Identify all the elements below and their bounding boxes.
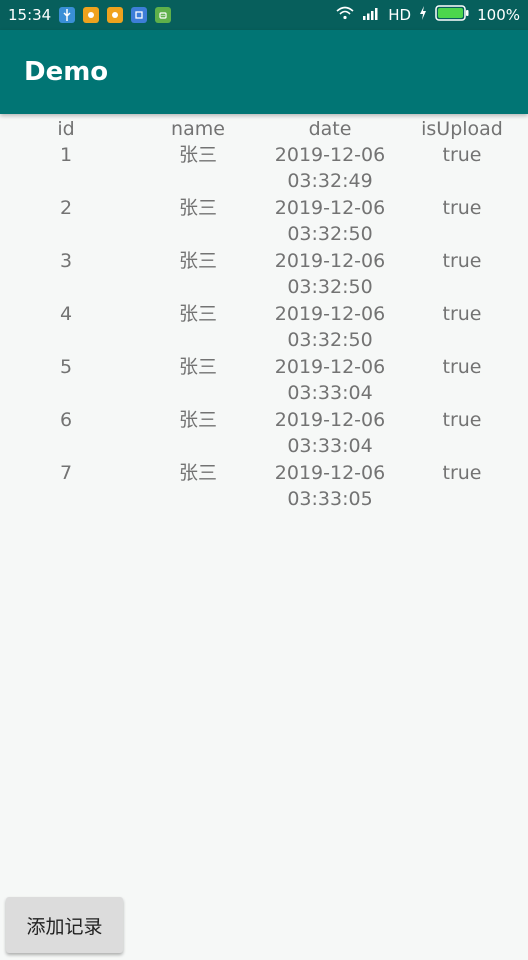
app-bar: Demo: [0, 30, 528, 114]
android-icon: [155, 7, 172, 23]
cell-is-upload: true: [442, 197, 482, 219]
cell-name: 张三: [178, 462, 217, 484]
cell-date-day: 2019-12-06: [274, 303, 386, 325]
cell-id: 2: [59, 197, 73, 219]
app-icon-1: [83, 7, 100, 23]
cell-name: 张三: [178, 356, 217, 378]
cell-date-day: 2019-12-06: [274, 356, 386, 378]
cell-date-time: 03:32:50: [287, 329, 373, 351]
cell-name: 张三: [178, 197, 217, 219]
records-table: id name date isUpload 1 张三 2019-12-06 03…: [0, 116, 528, 513]
cell-date: 2019-12-06 03:32:50: [264, 195, 396, 248]
cell-id: 4: [59, 303, 73, 325]
app-icon-3: [131, 7, 148, 23]
cell-date: 2019-12-06 03:33:05: [264, 460, 396, 513]
cell-is-upload: true: [442, 409, 482, 431]
app-title: Demo: [24, 57, 109, 87]
header-is-upload: isUpload: [421, 118, 503, 140]
cell-id: 6: [59, 409, 73, 431]
cell-date: 2019-12-06 03:33:04: [264, 354, 396, 407]
cell-date-time: 03:33:04: [287, 435, 373, 457]
cell-date-time: 03:32:50: [287, 223, 373, 245]
cell-date-time: 03:32:49: [287, 170, 373, 192]
table-row: 7 张三 2019-12-06 03:33:05 true: [0, 460, 528, 513]
cell-id: 1: [59, 144, 73, 166]
cell-is-upload: true: [442, 462, 482, 484]
app-icon-2: [107, 7, 124, 23]
cell-is-upload: true: [442, 356, 482, 378]
cell-is-upload: true: [442, 303, 482, 325]
cell-is-upload: true: [442, 250, 482, 272]
cell-name: 张三: [178, 250, 217, 272]
status-bar-right: HD 100%: [336, 5, 520, 25]
battery-percentage: 100%: [477, 6, 520, 24]
cell-is-upload: true: [442, 144, 482, 166]
cell-date-time: 03:32:50: [287, 276, 373, 298]
cell-name: 张三: [178, 303, 217, 325]
status-bar: 15:34 HD 100%: [0, 0, 528, 30]
header-id: id: [57, 118, 75, 140]
cell-id: 5: [59, 356, 73, 378]
cell-id: 3: [59, 250, 73, 272]
table-row: 1 张三 2019-12-06 03:32:49 true: [0, 142, 528, 195]
cell-date-day: 2019-12-06: [274, 409, 386, 431]
cell-date-time: 03:33:04: [287, 382, 373, 404]
table-row: 5 张三 2019-12-06 03:33:04 true: [0, 354, 528, 407]
charging-icon: [419, 6, 427, 24]
battery-icon: [435, 5, 469, 25]
signal-icon: [362, 6, 380, 24]
header-date: date: [308, 118, 352, 140]
cell-date-day: 2019-12-06: [274, 197, 386, 219]
table-row: 4 张三 2019-12-06 03:32:50 true: [0, 301, 528, 354]
cell-date-time: 03:33:05: [287, 488, 373, 510]
wifi-icon: [336, 6, 354, 24]
cell-date: 2019-12-06 03:32:50: [264, 248, 396, 301]
table-header-row: id name date isUpload: [0, 116, 528, 142]
cell-name: 张三: [178, 409, 217, 431]
status-time: 15:34: [8, 6, 52, 24]
usb-icon: [59, 7, 76, 23]
cell-name: 张三: [178, 144, 217, 166]
table-row: 3 张三 2019-12-06 03:32:50 true: [0, 248, 528, 301]
cell-date-day: 2019-12-06: [274, 250, 386, 272]
header-name: name: [171, 118, 225, 140]
status-bar-left: 15:34: [8, 6, 172, 24]
table-row: 2 张三 2019-12-06 03:32:50 true: [0, 195, 528, 248]
cell-date: 2019-12-06 03:33:04: [264, 407, 396, 460]
cell-date-day: 2019-12-06: [274, 462, 386, 484]
network-type-label: HD: [388, 6, 412, 24]
add-record-button[interactable]: 添加记录: [6, 897, 123, 953]
cell-id: 7: [59, 462, 73, 484]
cell-date: 2019-12-06 03:32:50: [264, 301, 396, 354]
cell-date: 2019-12-06 03:32:49: [264, 142, 396, 195]
cell-date-day: 2019-12-06: [274, 144, 386, 166]
table-row: 6 张三 2019-12-06 03:33:04 true: [0, 407, 528, 460]
